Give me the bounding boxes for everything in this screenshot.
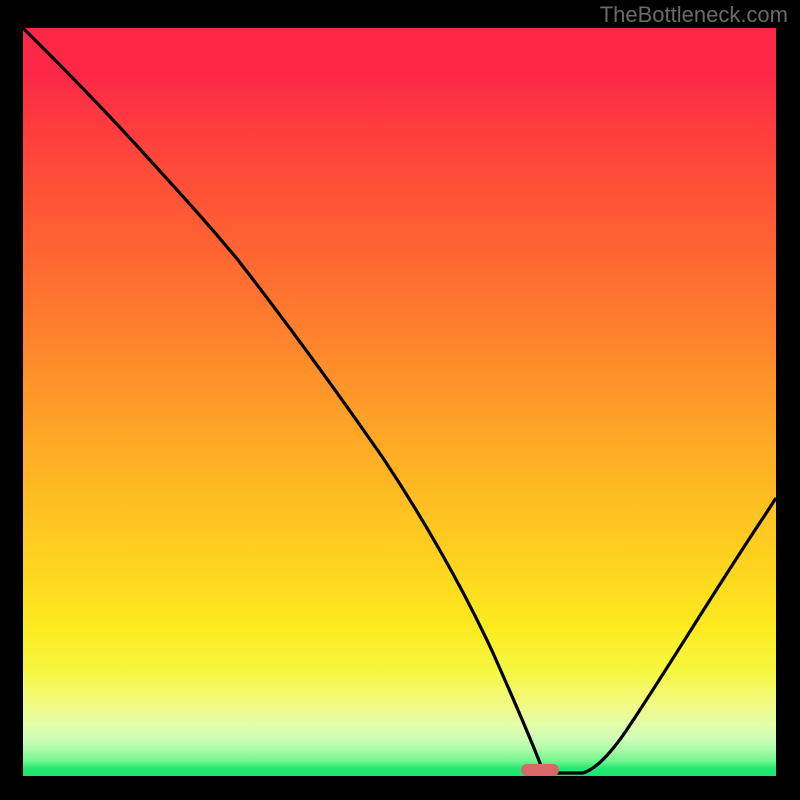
plot-area: [23, 28, 776, 776]
bottleneck-curve: [23, 28, 776, 776]
optimal-marker: [521, 764, 559, 776]
curve-path: [23, 28, 776, 773]
watermark-text: TheBottleneck.com: [600, 2, 788, 28]
chart-frame: TheBottleneck.com: [0, 0, 800, 800]
